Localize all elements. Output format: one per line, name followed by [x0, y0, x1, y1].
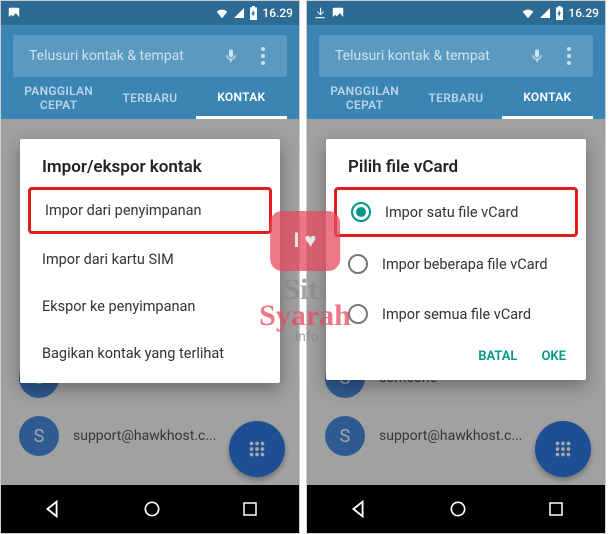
image-icon: [7, 6, 21, 20]
radio-icon: [351, 202, 371, 222]
tab-speed-dial[interactable]: PANGGILAN CEPAT: [13, 72, 104, 124]
nav-bar: [1, 485, 299, 533]
status-time: 16.29: [262, 6, 293, 20]
dialog-overlay: Pilih file vCard Impor satu file vCard I…: [307, 119, 605, 485]
tab-recent[interactable]: TERBARU: [410, 79, 501, 117]
tabs: PANGGILAN CEPAT TERBARU KONTAK: [319, 77, 593, 119]
import-export-dialog: Impor/ekspor kontak Impor dari penyimpan…: [20, 139, 280, 383]
home-icon[interactable]: [448, 499, 468, 519]
cancel-button[interactable]: BATAL: [478, 349, 517, 364]
search-box[interactable]: Telusuri kontak & tempat: [13, 35, 287, 77]
option-import-sim[interactable]: Impor dari kartu SIM: [20, 236, 280, 283]
option-label: Impor satu file vCard: [385, 204, 518, 221]
ok-button[interactable]: OKE: [541, 349, 566, 364]
signal-icon: [233, 7, 245, 19]
mic-icon[interactable]: [215, 46, 247, 66]
header: Telusuri kontak & tempat PANGGILAN CEPAT…: [1, 25, 299, 119]
dialog-title: Pilih file vCard: [326, 157, 586, 185]
option-import-all-vcard[interactable]: Impor semua file vCard: [326, 289, 586, 339]
option-import-multiple-vcard[interactable]: Impor beberapa file vCard: [326, 239, 586, 289]
header: Telusuri kontak & tempat PANGGILAN CEPAT…: [307, 25, 605, 119]
tab-contacts[interactable]: KONTAK: [502, 78, 593, 119]
phone-left: 16.29 Telusuri kontak & tempat PANGGILAN…: [0, 0, 300, 534]
search-placeholder: Telusuri kontak & tempat: [21, 48, 215, 64]
option-label: Impor semua file vCard: [382, 306, 531, 323]
wifi-icon: [215, 6, 229, 20]
search-placeholder: Telusuri kontak & tempat: [327, 48, 521, 64]
recent-apps-icon[interactable]: [547, 500, 565, 518]
status-bar: 16.29: [1, 1, 299, 25]
search-box[interactable]: Telusuri kontak & tempat: [319, 35, 593, 77]
tab-recent[interactable]: TERBARU: [104, 79, 195, 117]
battery-icon: [249, 6, 258, 20]
option-import-single-vcard[interactable]: Impor satu file vCard: [334, 187, 578, 237]
vcard-dialog: Pilih file vCard Impor satu file vCard I…: [326, 139, 586, 380]
tab-speed-dial[interactable]: PANGGILAN CEPAT: [319, 72, 410, 124]
download-icon: [313, 6, 327, 20]
more-icon[interactable]: [247, 47, 279, 65]
dialog-overlay: Impor/ekspor kontak Impor dari penyimpan…: [1, 119, 299, 485]
tab-contacts[interactable]: KONTAK: [196, 78, 287, 119]
back-icon[interactable]: [41, 498, 63, 520]
nav-bar: [307, 485, 605, 533]
mic-icon[interactable]: [521, 46, 553, 66]
battery-icon: [555, 6, 564, 20]
dialog-title: Impor/ekspor kontak: [20, 157, 280, 185]
option-share-visible[interactable]: Bagikan kontak yang terlihat: [20, 330, 280, 377]
radio-icon: [348, 254, 368, 274]
image-icon: [331, 6, 345, 20]
option-export-storage[interactable]: Ekspor ke penyimpanan: [20, 283, 280, 330]
recent-apps-icon[interactable]: [241, 500, 259, 518]
home-icon[interactable]: [142, 499, 162, 519]
back-icon[interactable]: [347, 498, 369, 520]
status-bar: 16.29: [307, 1, 605, 25]
wifi-icon: [521, 6, 535, 20]
phone-right: 16.29 Telusuri kontak & tempat PANGGILAN…: [306, 0, 606, 534]
radio-icon: [348, 304, 368, 324]
status-time: 16.29: [568, 6, 599, 20]
option-label: Impor beberapa file vCard: [382, 256, 548, 273]
signal-icon: [539, 7, 551, 19]
dialog-buttons: BATAL OKE: [326, 339, 586, 374]
tabs: PANGGILAN CEPAT TERBARU KONTAK: [13, 77, 287, 119]
option-import-storage[interactable]: Impor dari penyimpanan: [28, 187, 272, 234]
more-icon[interactable]: [553, 47, 585, 65]
